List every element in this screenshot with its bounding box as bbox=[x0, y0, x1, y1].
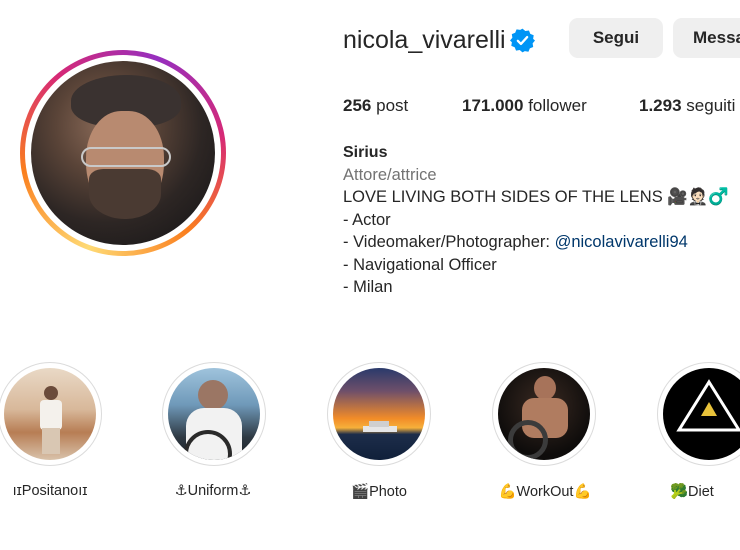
following-value: 1.293 bbox=[639, 96, 682, 115]
bio-line-2: - Actor bbox=[343, 211, 391, 229]
profile-picture[interactable] bbox=[20, 50, 226, 256]
message-button[interactable]: Messa bbox=[673, 18, 740, 58]
bio-category: Attore/attrice bbox=[343, 166, 437, 184]
highlight-workout-cover bbox=[498, 368, 590, 460]
verified-badge-icon bbox=[510, 28, 535, 53]
following-count[interactable]: 1.293 seguiti bbox=[639, 96, 735, 116]
highlight-label-positano: ıɪPositanoıɪ bbox=[12, 483, 88, 499]
highlight-label-diet: 🥦Diet bbox=[670, 484, 714, 500]
bio-line-4: - Navigational Officer bbox=[343, 256, 497, 274]
followers-value: 171.000 bbox=[462, 96, 524, 115]
highlight-label-photo: 🎬Photo bbox=[351, 484, 407, 500]
bio-line-1: LOVE LIVING BOTH SIDES OF THE LENS 🎥🤵🏻♂️ bbox=[343, 188, 729, 206]
highlight-photo[interactable] bbox=[327, 362, 431, 466]
highlight-uniform-cover bbox=[168, 368, 260, 460]
highlight-workout[interactable] bbox=[492, 362, 596, 466]
highlight-positano[interactable] bbox=[0, 362, 102, 466]
triangle-icon bbox=[676, 379, 740, 432]
profile-photo bbox=[31, 61, 215, 245]
highlight-uniform[interactable] bbox=[162, 362, 266, 466]
bio-mention-link[interactable]: @nicolavivarelli94 bbox=[555, 233, 688, 251]
following-label: seguiti bbox=[686, 96, 736, 115]
bio-name: Sirius bbox=[343, 144, 388, 161]
bio-line-5: - Milan bbox=[343, 278, 393, 296]
profile-username: nicola_vivarelli bbox=[343, 26, 506, 54]
posts-value: 256 bbox=[343, 96, 372, 115]
bio-line-3-prefix: - Videomaker/Photographer: bbox=[343, 233, 555, 251]
highlight-diet[interactable] bbox=[657, 362, 740, 466]
highlight-label-workout: 💪WorkOut💪 bbox=[498, 484, 592, 500]
highlight-label-uniform: ⚓Uniform⚓ bbox=[174, 483, 252, 499]
highlight-diet-cover bbox=[663, 368, 740, 460]
highlight-positano-cover bbox=[4, 368, 96, 460]
followers-label: follower bbox=[528, 96, 587, 115]
posts-label: post bbox=[376, 96, 409, 115]
posts-count: 256 post bbox=[343, 96, 408, 116]
highlight-photo-cover bbox=[333, 368, 425, 460]
bio-line-3: - Videomaker/Photographer: @nicolavivare… bbox=[343, 233, 688, 252]
followers-count[interactable]: 171.000 follower bbox=[462, 96, 587, 116]
follow-button[interactable]: Segui bbox=[569, 18, 663, 58]
